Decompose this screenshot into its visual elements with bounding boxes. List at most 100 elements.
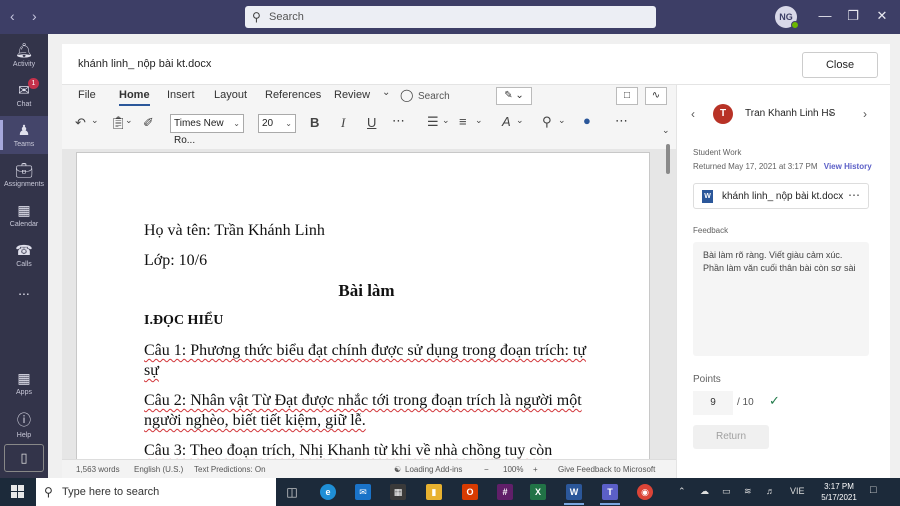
- teams-icon: ♟: [17, 122, 31, 138]
- phone-icon: ☎︎: [15, 242, 33, 258]
- tab-insert[interactable]: Insert: [167, 89, 195, 101]
- tab-layout[interactable]: Layout: [214, 89, 247, 101]
- chrome-icon[interactable]: ◉: [637, 484, 653, 500]
- bullets-icon[interactable]: ☰: [427, 114, 439, 130]
- activity-pulse-icon[interactable]: ∿: [645, 87, 667, 105]
- styles-icon[interactable]: A: [502, 114, 511, 129]
- tab-references[interactable]: References: [265, 89, 321, 101]
- tab-review[interactable]: Review: [334, 89, 370, 101]
- rail-item-calls[interactable]: ☎︎ Calls: [0, 236, 48, 274]
- font-name-select[interactable]: Times New Ro... ⌄: [170, 114, 244, 146]
- edge-icon[interactable]: e: [320, 484, 336, 500]
- zoom-out-icon[interactable]: −: [484, 465, 489, 474]
- previous-student-icon[interactable]: ‹: [691, 107, 695, 121]
- zoom-level[interactable]: 100%: [503, 465, 523, 474]
- language-indicator[interactable]: VIE: [790, 486, 805, 496]
- onedrive-tray-icon[interactable]: ☁︎: [700, 486, 709, 497]
- wifi-icon[interactable]: ≋: [744, 486, 752, 497]
- feedback-textarea[interactable]: Bài làm rõ ràng. Viết giàu cảm xúc. Phần…: [693, 242, 869, 356]
- styles-dropdown-icon[interactable]: ⌄: [516, 115, 524, 126]
- close-window-icon[interactable]: ✕: [872, 8, 892, 24]
- vertical-scrollbar[interactable]: [666, 144, 670, 174]
- zoom-in-icon[interactable]: +: [533, 465, 538, 474]
- battery-icon[interactable]: ▭: [722, 486, 731, 497]
- document-canvas[interactable]: Họ và tên: Trần Khánh Linh Lớp: 10/6 Bài…: [62, 149, 676, 459]
- search-input[interactable]: ⚲ Search: [245, 6, 656, 28]
- rail-item-more[interactable]: ...: [0, 276, 48, 314]
- bullets-dropdown-icon[interactable]: ⌄: [442, 115, 450, 126]
- align-icon[interactable]: ≡: [459, 114, 467, 129]
- underline-icon[interactable]: U: [367, 115, 376, 130]
- ribbon-search[interactable]: Search: [418, 91, 450, 102]
- status-bar: 1,563 words English (U.S.) Text Predicti…: [62, 459, 676, 478]
- store-icon[interactable]: ▦: [390, 484, 406, 500]
- rail-item-apps[interactable]: ▦ Apps: [0, 364, 48, 402]
- points-input[interactable]: 9: [693, 391, 733, 415]
- minimize-icon[interactable]: —: [815, 8, 835, 23]
- format-painter-icon[interactable]: ✐: [143, 115, 154, 131]
- more-options-icon[interactable]: ⋯: [615, 113, 628, 129]
- comments-icon[interactable]: □: [616, 87, 638, 105]
- system-clock[interactable]: 3:17 PM 5/17/2021: [812, 481, 866, 503]
- more-tabs-chevron-icon[interactable]: ⌄: [382, 87, 390, 98]
- document-section-heading: I.ĐỌC HIỂU: [144, 313, 224, 328]
- show-hidden-icons-icon[interactable]: ⌃: [678, 486, 686, 497]
- next-student-icon[interactable]: ›: [863, 107, 867, 121]
- clock-time: 3:17 PM: [824, 482, 854, 491]
- user-avatar[interactable]: NG: [775, 6, 799, 29]
- word-icon[interactable]: W: [564, 484, 584, 505]
- find-dropdown-icon[interactable]: ⌄: [558, 115, 566, 126]
- windows-start-icon[interactable]: [11, 485, 25, 499]
- rail-item-help[interactable]: ⓘ Help: [0, 404, 48, 442]
- find-icon[interactable]: ⚲: [542, 114, 552, 130]
- teams-app-icon[interactable]: T: [600, 484, 620, 505]
- rail-item-chat[interactable]: ✉︎ 1 Chat: [0, 76, 48, 114]
- text-predictions-status[interactable]: Text Predictions: On: [194, 465, 266, 474]
- bold-icon[interactable]: B: [310, 115, 319, 130]
- language-status[interactable]: English (U.S.): [134, 465, 183, 474]
- checkmark-icon: ✓: [769, 393, 780, 408]
- student-selector[interactable]: T Tran Khanh Linh HS ⌄: [709, 101, 839, 127]
- restore-icon[interactable]: ❐: [843, 8, 863, 24]
- document-page[interactable]: Họ và tên: Trần Khánh Linh Lớp: 10/6 Bài…: [76, 152, 650, 459]
- rail-item-teams[interactable]: ♟ Teams: [0, 116, 48, 154]
- submitted-file-card[interactable]: W khánh linh_ nộp bài kt.docx ⋯: [693, 183, 869, 209]
- notifications-icon[interactable]: □: [870, 484, 877, 496]
- close-button[interactable]: Close: [802, 52, 878, 78]
- mail-icon[interactable]: ✉︎: [355, 484, 371, 500]
- forward-icon[interactable]: ›: [32, 8, 37, 24]
- mobile-app-icon[interactable]: ▯: [4, 444, 44, 472]
- rail-item-activity[interactable]: 🔔︎ Activity: [0, 36, 48, 74]
- font-size-select[interactable]: 20 ⌄: [258, 114, 296, 133]
- volume-icon[interactable]: ♬: [766, 486, 775, 496]
- editing-mode-icon[interactable]: ✎ ⌄: [496, 87, 532, 105]
- taskbar-search-input[interactable]: ⚲ Type here to search: [36, 478, 276, 506]
- rail-label: Chat: [16, 101, 32, 108]
- document-paragraph-q3: Câu 3: Theo đoạn trích, Nhị Khanh từ khi…: [144, 442, 553, 459]
- back-icon[interactable]: ‹: [10, 8, 15, 24]
- dictate-microphone-icon[interactable]: ●: [583, 113, 591, 128]
- more-font-options-icon[interactable]: ⋯: [392, 113, 405, 129]
- slack-icon[interactable]: #: [497, 484, 513, 500]
- task-view-icon[interactable]: ◫: [284, 484, 300, 500]
- undo-dropdown-icon[interactable]: ⌄: [91, 115, 99, 126]
- tab-file[interactable]: File: [78, 89, 96, 101]
- excel-icon[interactable]: X: [530, 484, 546, 500]
- rail-item-assignments[interactable]: 💼︎ Assignments: [0, 156, 48, 194]
- collapse-ribbon-icon[interactable]: ⌄: [662, 125, 670, 136]
- italic-icon[interactable]: I: [341, 115, 345, 131]
- more-options-icon[interactable]: ⋯: [848, 188, 860, 202]
- return-button[interactable]: Return: [693, 425, 769, 449]
- give-feedback-link[interactable]: Give Feedback to Microsoft: [558, 465, 655, 474]
- align-dropdown-icon[interactable]: ⌄: [475, 115, 483, 126]
- undo-icon[interactable]: ↶: [75, 115, 86, 131]
- rail-item-calendar[interactable]: ▦ Calendar: [0, 196, 48, 234]
- view-history-link[interactable]: View History: [824, 162, 872, 171]
- office-icon[interactable]: O: [462, 484, 478, 500]
- addins-status: Loading Add-ins: [405, 465, 463, 474]
- paste-dropdown-icon[interactable]: ⌄: [125, 115, 133, 126]
- points-label: Points: [693, 374, 721, 385]
- tab-home[interactable]: Home: [119, 89, 150, 106]
- file-explorer-icon[interactable]: ▮: [426, 484, 442, 500]
- points-max: / 10: [737, 397, 754, 408]
